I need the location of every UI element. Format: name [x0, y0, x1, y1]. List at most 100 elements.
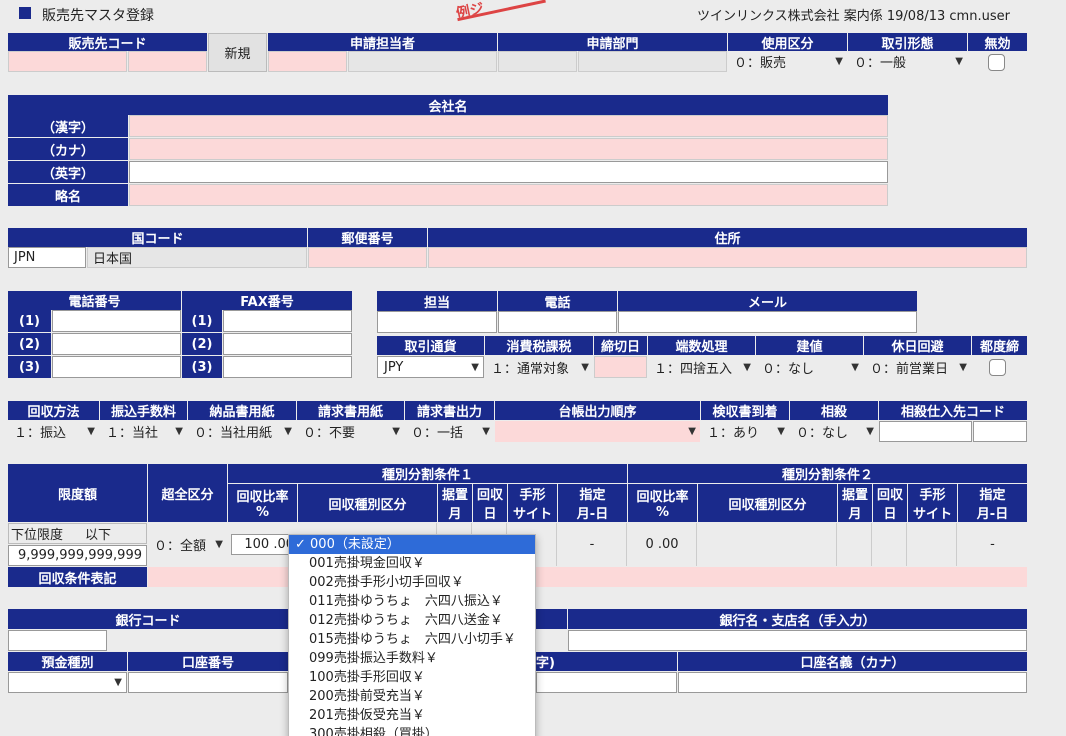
- person-input[interactable]: [377, 311, 497, 333]
- each-close-checkbox[interactable]: [989, 359, 1006, 376]
- invalid-checkbox[interactable]: [988, 54, 1005, 71]
- chevron-down-icon: ▼: [851, 361, 859, 373]
- kind1-header: 回収種別区分: [298, 484, 437, 522]
- currency-select[interactable]: JPY ▼: [377, 356, 484, 378]
- dropdown-option[interactable]: 012売掛ゆうちょ 六四八送金￥: [289, 611, 535, 630]
- dropdown-option-selected[interactable]: ✓ 000（未設定）: [289, 535, 535, 554]
- chevron-down-icon: ▼: [471, 361, 479, 373]
- chevron-down-icon: ▼: [114, 677, 122, 688]
- limit-header: 限度額: [8, 464, 147, 522]
- cond-note-label: 回収条件表記: [8, 567, 147, 587]
- bank-name-input[interactable]: [568, 630, 1027, 651]
- dropdown-option[interactable]: 002売掛手形小切手回収￥: [289, 573, 535, 592]
- company-kanji-input[interactable]: [129, 115, 888, 137]
- chevron-down-icon: ▼: [959, 361, 967, 373]
- bank-code-input[interactable]: [8, 630, 107, 651]
- mail-input[interactable]: [618, 311, 917, 333]
- contact-tel-input[interactable]: [498, 311, 617, 333]
- round-select[interactable]: １：四捨五入 ▼: [648, 356, 755, 378]
- code-input-2[interactable]: [128, 51, 207, 72]
- offset-select[interactable]: ０：なし ▼: [790, 421, 878, 442]
- tel-input-1[interactable]: [52, 310, 181, 332]
- spec1-header: 指定 月-日: [558, 484, 627, 522]
- fax-input-2[interactable]: [223, 333, 352, 355]
- dept-header: 申請部門: [498, 33, 727, 51]
- build-select[interactable]: ０：なし ▼: [756, 356, 863, 378]
- inspect-select[interactable]: １：あり ▼: [701, 421, 789, 442]
- offset-code-input[interactable]: [879, 421, 972, 442]
- deposit-select[interactable]: ▼: [8, 672, 127, 693]
- fax-input-3[interactable]: [223, 356, 352, 378]
- country-code-input[interactable]: JPN: [8, 247, 86, 268]
- title-icon: [19, 7, 31, 19]
- trade-header: 取引形態: [848, 33, 967, 51]
- bank-name-header: 銀行名・支店名（手入力）: [568, 609, 1027, 629]
- usage-select[interactable]: ０：販売 ▼: [728, 51, 847, 72]
- dropdown-option[interactable]: 100売掛手形回収￥: [289, 668, 535, 687]
- dept-code: [498, 51, 577, 72]
- user-info: ツインリンクス株式会社 案内係 19/08/13 cmn.user: [697, 9, 1010, 24]
- deposit-header: 預金種別: [8, 652, 127, 671]
- defer1-header: 据置月: [438, 484, 472, 522]
- dropdown-option[interactable]: 015売掛ゆうちょ 六四八小切手￥: [289, 630, 535, 649]
- company-english-input[interactable]: [129, 161, 888, 183]
- holder-kana-input[interactable]: [678, 672, 1027, 693]
- close-day-input[interactable]: [594, 356, 647, 378]
- holder-input[interactable]: [536, 672, 677, 693]
- tel-input-3[interactable]: [52, 356, 181, 378]
- code-header: 販売先コード: [8, 33, 207, 51]
- invoice-output-select[interactable]: ０：一括 ▼: [405, 421, 494, 442]
- delivery-select[interactable]: ０：当社用紙 ▼: [188, 421, 296, 442]
- dropdown-option[interactable]: 001売掛現金回収￥: [289, 554, 535, 573]
- company-kana-input[interactable]: [129, 138, 888, 160]
- bill1-header: 手形 サイト: [508, 484, 557, 522]
- fee-select[interactable]: １：当社 ▼: [100, 421, 187, 442]
- invalid-header: 無効: [968, 33, 1027, 51]
- spec1-value: -: [558, 523, 627, 566]
- defer2-cell: [838, 523, 872, 566]
- offset-code-header: 相殺仕入先コード: [879, 401, 1027, 420]
- spec2-value: -: [990, 537, 995, 552]
- bill2-header: 手形 サイト: [908, 484, 957, 522]
- address-input[interactable]: [428, 247, 1027, 268]
- offset-header: 相殺: [790, 401, 878, 420]
- method-select[interactable]: １：振込 ▼: [8, 421, 99, 442]
- over-select[interactable]: ０：全額 ▼: [148, 523, 227, 566]
- company-abbr-input[interactable]: [129, 184, 888, 206]
- invoice-paper-select[interactable]: ０：不要 ▼: [297, 421, 404, 442]
- new-button[interactable]: 新規: [208, 33, 267, 72]
- tel-label-3: (3): [8, 356, 51, 378]
- chevron-down-icon: ▼: [284, 426, 292, 437]
- limit-amount-input[interactable]: 9,999,999,999,999: [8, 545, 147, 566]
- holiday-select[interactable]: ０：前営業日 ▼: [864, 356, 971, 378]
- inspect-header: 検収書到着: [701, 401, 789, 420]
- dropdown-option[interactable]: 099売掛振込手数料￥: [289, 649, 535, 668]
- kind-dropdown-menu[interactable]: ✓ 000（未設定） 001売掛現金回収￥ 002売掛手形小切手回収￥ 011売…: [288, 534, 536, 736]
- holder-kana-header: 口座名義（カナ）: [678, 652, 1027, 671]
- tel-input-2[interactable]: [52, 333, 181, 355]
- over-header: 超全区分: [148, 464, 227, 522]
- fax-input-1[interactable]: [223, 310, 352, 332]
- spec2-header: 指定 月-日: [958, 484, 1027, 522]
- dropdown-option[interactable]: 201売掛仮受充当￥: [289, 706, 535, 725]
- tax-select[interactable]: １：通常対象 ▼: [485, 356, 593, 378]
- applicant-code-input[interactable]: [268, 51, 347, 72]
- invoice-output-header: 請求書出力: [405, 401, 494, 420]
- each-close-header: 都度締: [972, 336, 1027, 355]
- account-input[interactable]: [128, 672, 288, 693]
- chevron-down-icon: ▼: [743, 361, 751, 373]
- zip-input[interactable]: [308, 247, 427, 268]
- trade-select[interactable]: ０：一般 ▼: [848, 51, 967, 72]
- day2-header: 回収日: [873, 484, 907, 522]
- dropdown-option[interactable]: 200売掛前受充当￥: [289, 687, 535, 706]
- dropdown-option[interactable]: 011売掛ゆうちょ 六四八振込￥: [289, 592, 535, 611]
- contact-tel-header: 電話: [498, 291, 617, 311]
- day1-header: 回収日: [473, 484, 507, 522]
- ledger-select[interactable]: ▼: [495, 421, 700, 442]
- chevron-down-icon: ▼: [581, 361, 589, 373]
- check-icon: ✓: [295, 537, 311, 552]
- cond-note-input[interactable]: [148, 567, 1027, 587]
- code-input-1[interactable]: [8, 51, 127, 72]
- chevron-down-icon: ▼: [175, 426, 183, 437]
- dropdown-option[interactable]: 300売掛相殺（買掛）: [289, 725, 535, 736]
